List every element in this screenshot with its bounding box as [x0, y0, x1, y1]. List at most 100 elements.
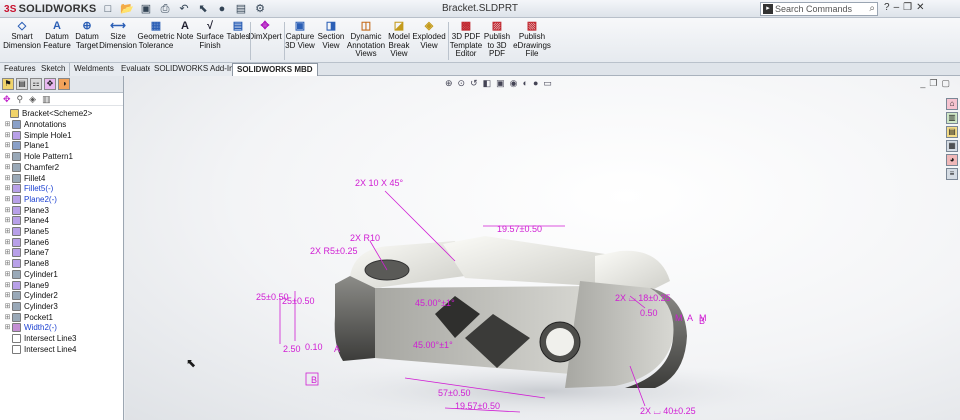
dimension-annotation[interactable]: B — [699, 316, 705, 326]
dimension-annotation[interactable]: 57±0.50 — [438, 388, 470, 398]
search-icon[interactable]: ⌕ — [869, 3, 875, 15]
expand-icon[interactable]: ⊞ — [4, 258, 11, 269]
tab-weldments[interactable]: Weldments — [70, 63, 119, 76]
dimension-annotation[interactable]: 0.50 — [640, 308, 658, 318]
expand-icon[interactable]: ⊞ — [4, 280, 11, 291]
ribbon-button-surface-finish[interactable]: √ Surface Finish — [196, 20, 224, 50]
ribbon-button-smart-dimension[interactable]: ◇ Smart Dimension — [3, 20, 41, 50]
expand-icon[interactable]: ⊞ — [4, 194, 11, 205]
tree-item[interactable]: ⊞ Plane5 — [4, 226, 49, 237]
expand-icon[interactable]: ⊞ — [4, 162, 11, 173]
tree-item[interactable]: ⊞ Plane2(-) — [4, 194, 57, 205]
dimension-annotation[interactable]: 0.10 — [305, 342, 323, 352]
dimension-annotation[interactable]: 2X ⌴ 18±0.25 — [615, 293, 671, 303]
tree-item[interactable]: ⊞ Fillet4 — [4, 173, 45, 184]
expand-icon[interactable]: ⊞ — [4, 269, 11, 280]
tree-item[interactable]: ⊞ Pocket1 — [4, 312, 53, 323]
expand-icon[interactable]: ⊞ — [4, 312, 11, 323]
ribbon-button-dimxpert[interactable]: ✥ DimXpert — [248, 20, 281, 42]
tree-item[interactable]: ⊞ Annotations — [4, 119, 66, 130]
tree-item[interactable]: ⊞ Simple Hole1 — [4, 130, 72, 141]
tree-item[interactable]: ⊞ Width2(-) — [4, 322, 57, 333]
tree-item[interactable]: Intersect Line3 — [4, 333, 76, 344]
tree-item[interactable]: ⊞ Fillet5(-) — [4, 183, 53, 194]
tree-item[interactable]: ⊞ Plane8 — [4, 258, 49, 269]
bracket-model[interactable]: 2X 10 X 45° 2X R10 2X R5±0.25 19.57±0.50 25±… — [125, 76, 960, 420]
tree-item[interactable]: Bracket<Scheme2> — [2, 108, 92, 119]
dimension-annotation[interactable]: 45.00°±1° — [415, 298, 455, 308]
expand-icon[interactable]: ⊞ — [4, 183, 11, 194]
ribbon-button-datum-feature[interactable]: A Datum Feature — [42, 20, 72, 50]
tree-item[interactable]: ⊞ Plane1 — [4, 140, 49, 151]
expand-icon[interactable]: ⊞ — [4, 140, 11, 151]
ribbon-button-capture-3d-view[interactable]: ▣ Capture 3D View — [283, 20, 317, 50]
expand-icon[interactable]: ⊞ — [4, 205, 11, 216]
dimension-annotation[interactable]: 19.57±0.50 — [497, 224, 542, 234]
dimension-annotation[interactable]: M — [675, 313, 683, 323]
tab-solidworks-add-ins[interactable]: SOLIDWORKS Add-Ins — [150, 63, 243, 76]
tree-item[interactable]: ⊞ Cylinder2 — [4, 290, 58, 301]
dimension-annotation[interactable]: 2X R10 — [350, 233, 380, 243]
expand-icon[interactable]: ⊞ — [4, 119, 11, 130]
dimension-annotation[interactable]: 2X ⌴ 40±0.25 — [640, 406, 696, 416]
tree-item[interactable]: ⊞ Cylinder3 — [4, 301, 58, 312]
tree-item[interactable]: Intersect Line4 — [4, 344, 76, 355]
ribbon-button-note[interactable]: A Note — [174, 20, 196, 42]
tree-item[interactable]: ⊞ Plane4 — [4, 215, 49, 226]
ribbon-button-size-dimension[interactable]: ⟷ Size Dimension — [99, 20, 137, 50]
dimension-annotation[interactable]: 2X R5±0.25 — [310, 246, 357, 256]
expand-icon[interactable]: ⊞ — [4, 290, 11, 301]
ribbon-button-section-view[interactable]: ◨ Section View — [317, 20, 345, 50]
expand-icon[interactable]: ⊞ — [4, 237, 11, 248]
ribbon-button-dynamic-annotation-views[interactable]: ◫ Dynamic Annotation Views — [346, 20, 386, 59]
ribbon-button-publish-edrawings-file[interactable]: ▧ Publish eDrawings File — [513, 20, 551, 59]
tree-item[interactable]: ⊞ Plane6 — [4, 237, 49, 248]
ribbon-button-model-break-view[interactable]: ◪ Model Break View — [385, 20, 413, 59]
dimension-annotation[interactable]: A — [687, 313, 693, 323]
ribbon-button-3d-pdf-template-editor[interactable]: ▩ 3D PDF Template Editor — [448, 20, 484, 59]
tolerance-status-icon[interactable]: ◈ — [29, 94, 36, 104]
tree-item[interactable]: ⊞ Plane7 — [4, 247, 49, 258]
dimension-annotation[interactable]: A — [334, 344, 340, 354]
ribbon-button-exploded-view[interactable]: ◈ Exploded View — [412, 20, 445, 50]
auto-dimension-icon[interactable]: ✥ — [3, 94, 11, 104]
tree-item[interactable]: ⊞ Cylinder1 — [4, 269, 58, 280]
feature-manager-tab-icon[interactable]: ⚑ — [2, 78, 14, 90]
property-manager-tab-icon[interactable]: ▤ — [16, 78, 28, 90]
restore-icon[interactable]: ❐ — [903, 2, 912, 13]
tree-item[interactable]: ⊞ Plane9 — [4, 280, 49, 291]
tab-features[interactable]: Features — [0, 63, 41, 76]
expand-icon[interactable]: ⊞ — [4, 301, 11, 312]
graphics-area[interactable]: ⊕ ⊙ ↺ ◧ ▣ ◉ ◐ ● ▭ _ ❐ ▢ ⌂ ▥ ▤ ▦ ◕ ≡ 2X 1… — [125, 76, 960, 420]
expand-icon[interactable]: ⊞ — [4, 151, 11, 162]
expand-icon[interactable]: ⊞ — [4, 130, 11, 141]
tree-item[interactable]: ⊞ Plane3 — [4, 205, 49, 216]
display-manager-tab-icon[interactable]: ◑ — [58, 78, 70, 90]
tab-sketch[interactable]: Sketch — [37, 63, 71, 76]
dimension-annotation[interactable]: 2.50 — [283, 344, 301, 354]
dimension-annotation[interactable]: B — [311, 375, 317, 385]
tree-item[interactable]: ⊞ Chamfer2 — [4, 162, 59, 173]
close-icon[interactable]: ✕ — [916, 2, 924, 13]
expand-icon[interactable]: ⊞ — [4, 173, 11, 184]
configuration-manager-tab-icon[interactable]: ⚏ — [30, 78, 42, 90]
ribbon-button-datum-target[interactable]: ⊕ Datum Target — [73, 20, 101, 50]
dimension-annotation[interactable]: 45.00°±1° — [413, 340, 453, 350]
expand-icon[interactable]: ⊞ — [4, 226, 11, 237]
dimension-annotation[interactable]: 19.57±0.50 — [455, 401, 500, 411]
minimize-icon[interactable]: – — [894, 2, 900, 13]
expand-icon[interactable]: ⊞ — [4, 247, 11, 258]
help-icon[interactable]: ? — [884, 2, 890, 13]
copy-scheme-icon[interactable]: ▥ — [42, 94, 51, 104]
dimension-annotation[interactable]: 25±0.50 — [282, 296, 314, 306]
dimension-annotation[interactable]: 2X 10 X 45° — [355, 178, 404, 188]
expand-icon[interactable]: ⊞ — [4, 322, 11, 333]
tab-solidworks-mbd[interactable]: SOLIDWORKS MBD — [232, 63, 318, 77]
filter-icon[interactable]: ⚲ — [17, 94, 24, 104]
tree-item[interactable]: ⊞ Hole Pattern1 — [4, 151, 73, 162]
dimxpert-manager-tab-icon[interactable]: ✥ — [44, 78, 56, 90]
expand-icon[interactable]: ⊞ — [4, 215, 11, 226]
search-commands-field[interactable]: ▸ Search Commands ⌕ — [760, 2, 878, 16]
ribbon-button-publish-to-3d-pdf[interactable]: ▨ Publish to 3D PDF — [481, 20, 513, 59]
ribbon-button-geometric-tolerance[interactable]: ▦ Geometric Tolerance — [136, 20, 176, 50]
